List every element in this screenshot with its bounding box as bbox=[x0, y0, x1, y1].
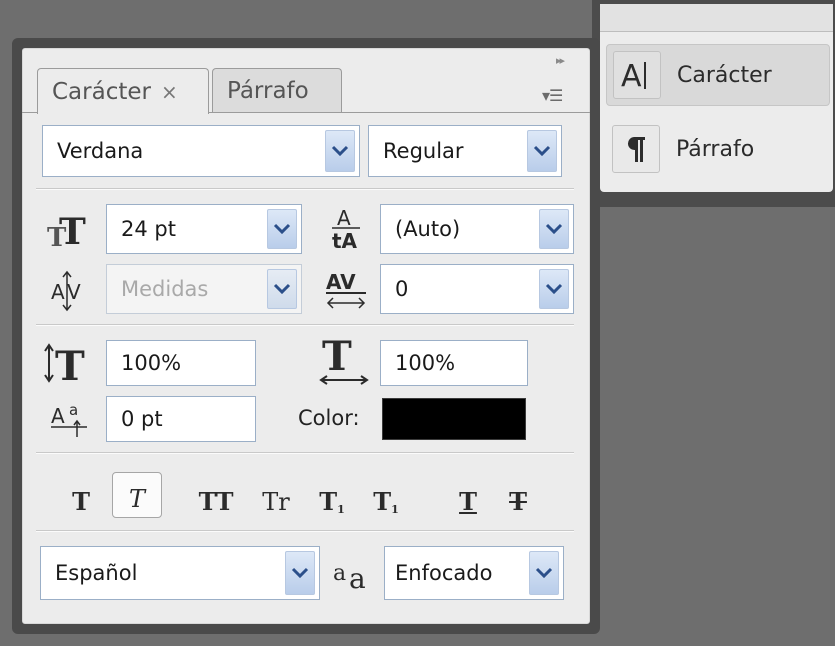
collapse-panel-icon[interactable]: ▸▸ bbox=[556, 54, 565, 67]
svg-text:A: A bbox=[51, 404, 65, 428]
close-icon[interactable]: × bbox=[161, 80, 178, 104]
horizontal-scale-value: 100% bbox=[395, 351, 456, 375]
kerning-icon: A V bbox=[40, 266, 100, 314]
tab-label: Carácter bbox=[52, 78, 151, 105]
chevron-down-icon[interactable] bbox=[267, 209, 297, 249]
all-caps-button[interactable]: TT bbox=[190, 476, 242, 516]
language-value: Español bbox=[55, 561, 138, 585]
baseline-shift-icon: A a bbox=[40, 394, 100, 442]
leading-icon: A tA bbox=[320, 202, 372, 254]
character-panel-icon: A bbox=[613, 51, 661, 99]
tab-paragraph[interactable]: Párrafo bbox=[212, 68, 342, 112]
tracking-value: 0 bbox=[395, 277, 409, 301]
svg-text:a: a bbox=[333, 561, 346, 586]
font-style-select[interactable]: Regular bbox=[368, 125, 562, 177]
dock-item-paragraph[interactable]: Párrafo bbox=[606, 118, 830, 180]
baseline-shift-value: 0 pt bbox=[121, 407, 163, 431]
font-size-select[interactable]: 24 pt bbox=[106, 204, 302, 254]
font-style-value: Regular bbox=[383, 139, 464, 163]
baseline-shift-input[interactable]: 0 pt bbox=[106, 396, 256, 442]
tab-character[interactable]: Carácter × bbox=[37, 68, 209, 114]
tracking-select[interactable]: 0 bbox=[380, 264, 574, 314]
kerning-value: Medidas bbox=[121, 277, 209, 301]
chevron-down-icon[interactable] bbox=[527, 130, 557, 172]
font-size-icon: T T bbox=[40, 206, 100, 252]
kerning-select[interactable]: Medidas bbox=[106, 264, 302, 314]
svg-text:V: V bbox=[67, 280, 81, 304]
paragraph-panel-icon bbox=[612, 125, 660, 173]
faux-bold-button[interactable]: T bbox=[62, 476, 100, 516]
chevron-down-icon[interactable] bbox=[539, 209, 569, 249]
chevron-down-icon[interactable] bbox=[267, 269, 297, 309]
svg-text:tA: tA bbox=[332, 229, 358, 253]
vertical-scale-icon: T bbox=[40, 338, 100, 388]
font-size-value: 24 pt bbox=[121, 217, 176, 241]
svg-text:a: a bbox=[69, 401, 78, 419]
font-family-select[interactable]: Verdana bbox=[42, 125, 360, 177]
chevron-down-icon[interactable] bbox=[539, 269, 569, 309]
leading-select[interactable]: (Auto) bbox=[380, 204, 574, 254]
chevron-down-icon[interactable] bbox=[529, 551, 559, 595]
leading-value: (Auto) bbox=[395, 217, 461, 241]
separator bbox=[36, 324, 574, 326]
svg-text:a: a bbox=[349, 562, 366, 594]
tab-label: Párrafo bbox=[227, 77, 309, 104]
horizontal-scale-icon: T bbox=[314, 336, 376, 388]
svg-text:AV: AV bbox=[326, 270, 356, 294]
font-family-value: Verdana bbox=[57, 139, 144, 163]
dock-item-label: Carácter bbox=[677, 62, 772, 88]
separator bbox=[36, 452, 574, 454]
svg-text:A: A bbox=[621, 59, 642, 92]
dock-item-label: Párrafo bbox=[676, 136, 755, 162]
antialias-select[interactable]: Enfocado bbox=[384, 546, 564, 600]
panel-menu-icon[interactable]: ▾☰ bbox=[542, 86, 563, 105]
svg-text:T: T bbox=[55, 343, 85, 386]
strikethrough-button[interactable]: T bbox=[500, 476, 536, 516]
svg-text:T: T bbox=[322, 336, 352, 380]
svg-text:T: T bbox=[59, 211, 86, 250]
underline-button[interactable]: T bbox=[450, 476, 486, 516]
antialias-icon: a a bbox=[330, 552, 380, 596]
chevron-down-icon[interactable] bbox=[285, 551, 315, 595]
horizontal-scale-input[interactable]: 100% bbox=[380, 340, 528, 386]
superscript-button[interactable]: T1 bbox=[312, 476, 352, 516]
separator bbox=[36, 530, 574, 532]
chevron-down-icon[interactable] bbox=[325, 130, 355, 172]
tracking-icon: AV bbox=[320, 264, 372, 314]
color-label: Color: bbox=[298, 406, 360, 430]
dock-item-character[interactable]: A Carácter bbox=[606, 44, 830, 106]
subscript-button[interactable]: T1 bbox=[366, 476, 406, 516]
small-caps-button[interactable]: Tr bbox=[254, 476, 298, 516]
color-swatch[interactable] bbox=[382, 398, 526, 440]
svg-text:A: A bbox=[51, 280, 65, 304]
vertical-scale-input[interactable]: 100% bbox=[106, 340, 256, 386]
svg-text:A: A bbox=[337, 206, 351, 230]
dock-header[interactable] bbox=[600, 4, 833, 32]
separator bbox=[36, 188, 574, 190]
faux-italic-button[interactable]: T bbox=[112, 472, 162, 518]
language-select[interactable]: Español bbox=[40, 546, 320, 600]
vertical-scale-value: 100% bbox=[121, 351, 182, 375]
antialias-value: Enfocado bbox=[395, 561, 493, 585]
